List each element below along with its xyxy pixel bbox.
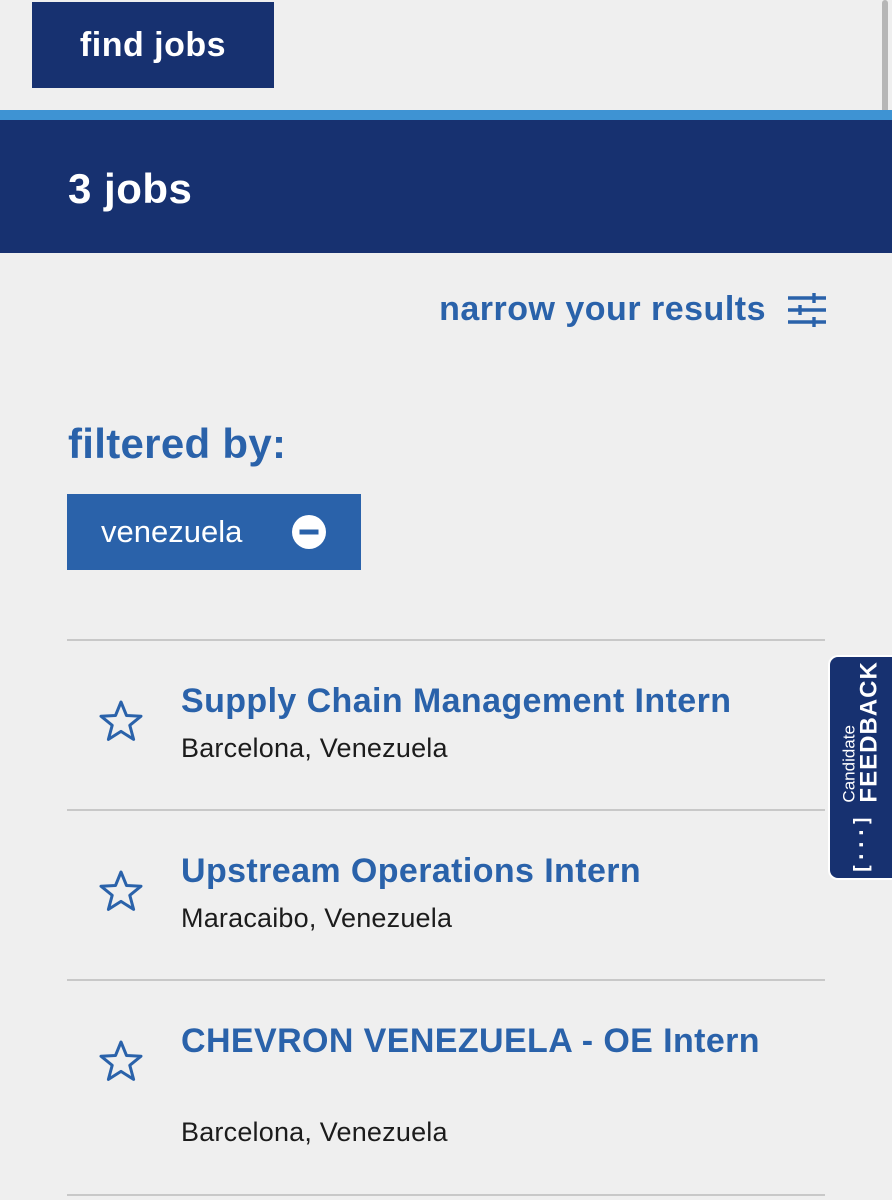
divider bbox=[67, 979, 825, 981]
star-icon[interactable] bbox=[98, 869, 144, 913]
feedback-big-label: FEEDBACK bbox=[855, 660, 883, 803]
candidate-feedback-tab[interactable]: [···] Candidate FEEDBACK bbox=[828, 655, 892, 880]
job-title[interactable]: Supply Chain Management Intern bbox=[181, 678, 821, 724]
scrollbar[interactable] bbox=[882, 0, 888, 118]
narrow-results-label: narrow your results bbox=[439, 290, 766, 328]
narrow-results-link[interactable]: narrow your results bbox=[439, 290, 826, 329]
job-location: Barcelona, Venezuela bbox=[181, 733, 448, 763]
filter-chip-label: venezuela bbox=[101, 514, 243, 549]
job-location: Barcelona, Venezuela bbox=[181, 1117, 448, 1147]
sliders-icon bbox=[788, 292, 826, 327]
jobs-count: 3 jobs bbox=[68, 165, 193, 212]
job-title[interactable]: CHEVRON VENEZUELA - OE Intern bbox=[181, 1018, 821, 1064]
divider bbox=[67, 1194, 825, 1196]
star-icon[interactable] bbox=[98, 1039, 144, 1083]
results-header: 3 jobs bbox=[0, 110, 892, 253]
job-location: Maracaibo, Venezuela bbox=[181, 903, 453, 933]
job-title[interactable]: Upstream Operations Intern bbox=[181, 848, 821, 894]
star-icon[interactable] bbox=[98, 699, 144, 743]
feedback-bracket-icon: [···] bbox=[849, 814, 873, 875]
minus-circle-icon[interactable] bbox=[291, 514, 327, 550]
divider bbox=[67, 639, 825, 641]
filter-chip-venezuela[interactable]: venezuela bbox=[67, 494, 361, 570]
divider bbox=[67, 809, 825, 811]
filtered-by-label: filtered by: bbox=[68, 420, 287, 467]
find-jobs-button[interactable]: find jobs bbox=[32, 2, 274, 88]
